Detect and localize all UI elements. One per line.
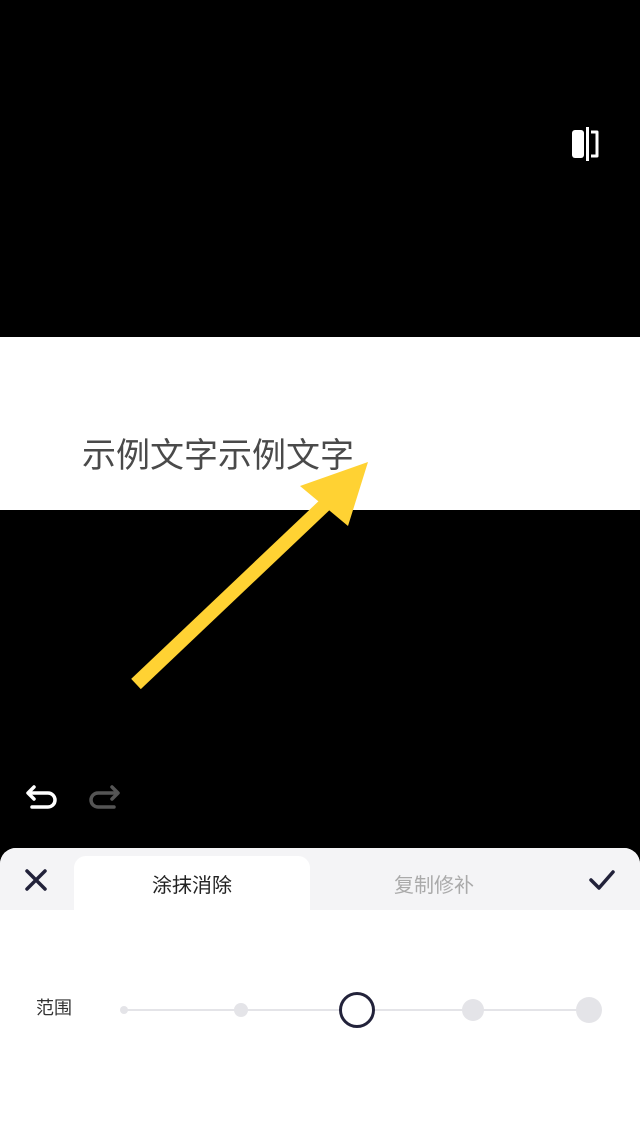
redo-button[interactable] xyxy=(84,778,124,818)
image-preview-strip[interactable] xyxy=(0,337,640,510)
tab-smear-erase[interactable]: 涂抹消除 xyxy=(74,856,310,910)
confirm-button[interactable] xyxy=(582,860,622,900)
undo-icon xyxy=(26,785,57,809)
undo-button[interactable] xyxy=(22,778,62,818)
redo-icon xyxy=(89,785,120,809)
editor-screen: 示例文字示例文字 涂抹消除 复制修补 范围 xyxy=(0,0,640,1139)
tab-clone-repair[interactable]: 复制修补 xyxy=(316,856,552,910)
panel-header: 涂抹消除 复制修补 xyxy=(0,848,640,910)
slider-stop-4[interactable] xyxy=(462,999,484,1021)
split-compare-icon xyxy=(572,127,599,161)
slider-thumb[interactable] xyxy=(339,992,375,1028)
image-sample-text: 示例文字示例文字 xyxy=(82,436,354,476)
tool-panel: 涂抹消除 复制修补 范围 xyxy=(0,848,640,1139)
compare-button[interactable] xyxy=(562,122,606,166)
close-button[interactable] xyxy=(16,860,56,900)
check-icon xyxy=(589,870,615,890)
slider-stop-1[interactable] xyxy=(120,1006,128,1014)
close-icon xyxy=(25,869,47,891)
slider-stop-5[interactable] xyxy=(576,997,602,1023)
range-slider[interactable] xyxy=(110,980,620,1040)
slider-stop-2[interactable] xyxy=(234,1003,248,1017)
range-label: 范围 xyxy=(36,998,72,1019)
